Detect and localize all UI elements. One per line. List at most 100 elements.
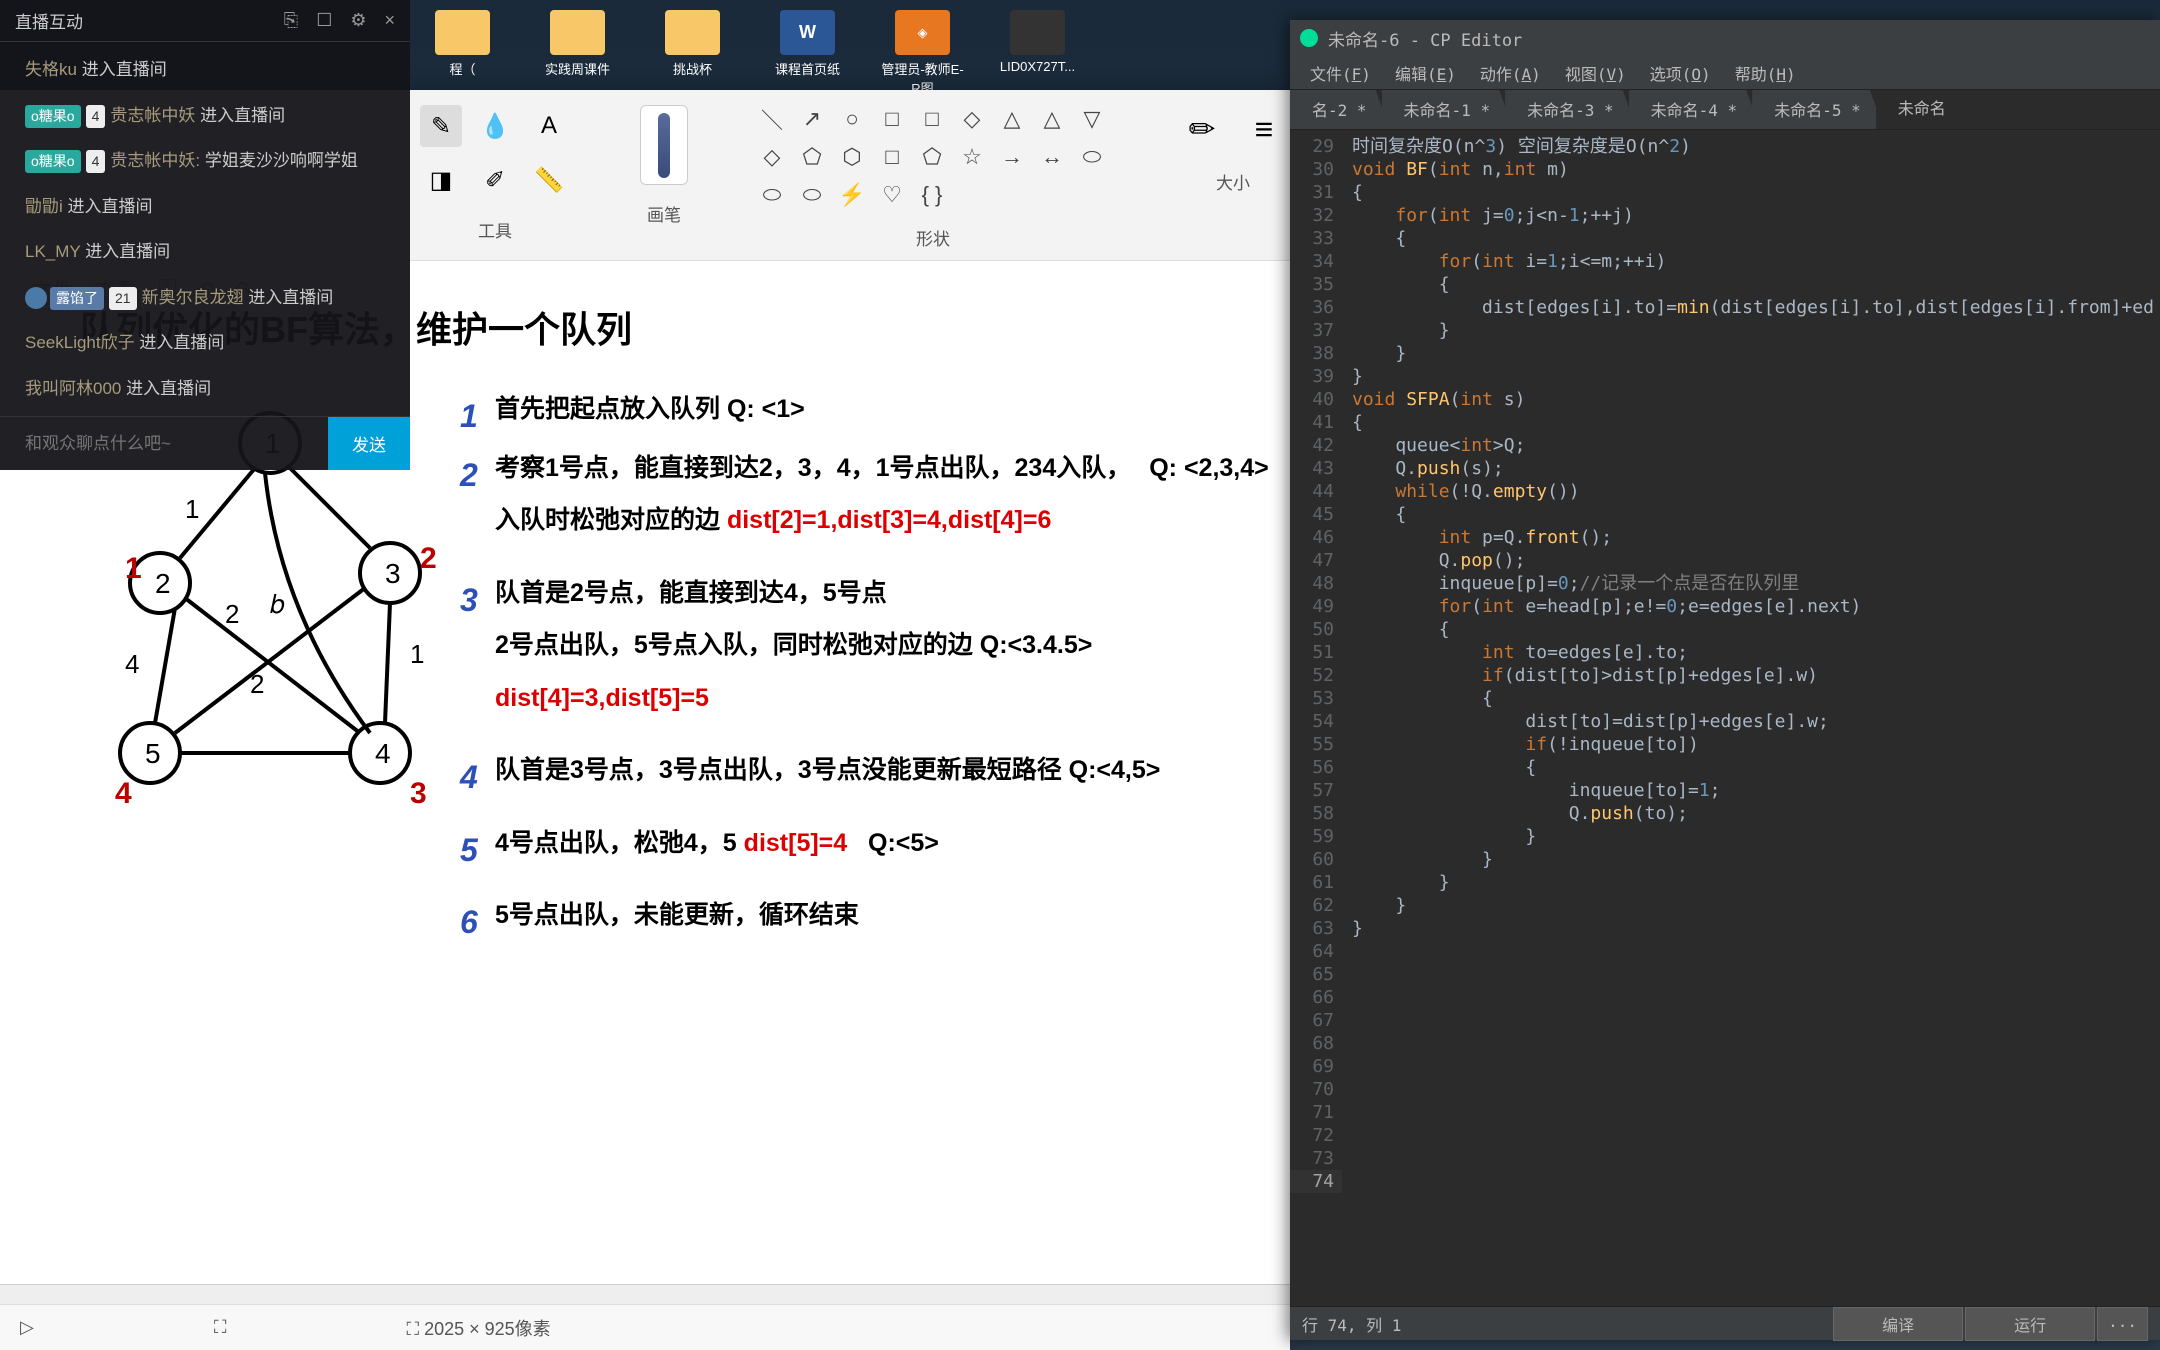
live-chat-message: o糖果o4贵志帐中妖: 学姐麦沙沙响啊学姐 [0, 138, 410, 184]
live-chat-input[interactable] [0, 417, 328, 470]
folder-icon [665, 10, 720, 55]
live-chat-send-button[interactable]: 发送 [328, 417, 410, 470]
editor-tab[interactable]: 未命名-4 * [1629, 90, 1761, 129]
settings-icon[interactable]: ⚙ [350, 10, 366, 31]
menu-view[interactable]: 视图(V) [1555, 57, 1636, 89]
live-chat-message: 勖勖i 进入直播间 [0, 184, 410, 230]
shape-button[interactable]: ○ [838, 105, 866, 133]
shape-button[interactable]: ⚡ [838, 181, 866, 209]
app-icon [1300, 29, 1318, 47]
live-chat-message: 失格ku 进入直播间 [0, 47, 410, 93]
note-steps: 1首先把起点放入队列 Q: <1> 2考察1号点，能直接到达2，3，4，1号点出… [480, 383, 1290, 942]
svg-text:2: 2 [420, 542, 437, 575]
desktop-icon-db[interactable]: ◈管理员-教师E-R图 [880, 10, 965, 97]
menu-file[interactable]: 文件(F) [1300, 57, 1381, 89]
editor-tab[interactable]: 未命名-1 * [1382, 90, 1514, 129]
shape-button[interactable]: ☆ [958, 143, 986, 171]
shape-button[interactable]: ↔ [1038, 143, 1066, 171]
live-chat-title: 直播互动 [15, 8, 83, 33]
pencil-tool[interactable]: ✎ [420, 105, 462, 147]
shape-button[interactable]: □ [918, 105, 946, 133]
line-gutter: 2930313233343536373839404142434445464748… [1290, 130, 1342, 1306]
editor-tab[interactable]: 未命名-5 * [1752, 90, 1884, 129]
live-chat-input-row: 发送 [0, 416, 410, 470]
archive-icon[interactable]: ☐ [316, 10, 332, 31]
whiteboard-statusbar: ▷ ⛶ ⛶ 2025 × 925像素 [0, 1304, 1290, 1350]
brush-preview[interactable] [640, 105, 688, 185]
code-editor-app: 未命名-6 - CP Editor 文件(F) 编辑(E) 动作(A) 视图(V… [1290, 20, 2160, 1340]
editor-tab[interactable]: 名-2 * [1290, 90, 1390, 129]
tool-group-shapes: ＼↗○□□◇△△▽◇⬠⬡□⬠☆→↔⬭⬭⬭⚡♡{ } 形状 [758, 105, 1108, 250]
svg-text:1: 1 [125, 552, 142, 585]
menu-action[interactable]: 动作(A) [1470, 57, 1551, 89]
shape-button[interactable]: □ [878, 105, 906, 133]
editor-menubar: 文件(F) 编辑(E) 动作(A) 视图(V) 选项(O) 帮助(H) [1290, 56, 2160, 90]
shape-button[interactable]: ⬭ [1078, 143, 1106, 171]
compile-button[interactable]: 编译 [1833, 1307, 1963, 1341]
horizontal-scrollbar[interactable] [0, 1284, 1290, 1304]
shape-button[interactable]: ⬭ [758, 181, 786, 209]
shape-button[interactable]: △ [1038, 105, 1066, 133]
more-button[interactable]: ... [2097, 1307, 2148, 1341]
svg-text:4: 4 [115, 777, 132, 810]
shape-button[interactable]: □ [878, 143, 906, 171]
shape-button[interactable]: ＼ [758, 105, 786, 133]
menu-edit[interactable]: 编辑(E) [1385, 57, 1466, 89]
svg-text:4: 4 [375, 738, 391, 769]
size-thin-icon[interactable]: ✏ [1178, 105, 1226, 153]
svg-text:3: 3 [410, 777, 427, 810]
editor-tab[interactable]: 未命名 [1876, 90, 1969, 129]
shape-button[interactable]: △ [998, 105, 1026, 133]
word-icon: W [780, 10, 835, 55]
folder-icon [550, 10, 605, 55]
shape-button[interactable]: → [998, 143, 1026, 171]
live-chat-panel: 直播互动 ⎘ ☐ ⚙ × 失格ku 进入直播间 o糖果o4贵志帐中妖 进入直播间… [0, 0, 410, 470]
shape-button[interactable]: ↗ [798, 105, 826, 133]
desktop-icon-folder1[interactable]: 程（ [420, 10, 505, 97]
tool-group-brush: 画笔 [640, 105, 688, 226]
svg-text:𝑏: 𝑏 [270, 589, 285, 619]
close-icon[interactable]: × [384, 10, 395, 31]
live-chat-message: SeekLight欣子 进入直播间 [0, 320, 410, 366]
live-chat-messages: 失格ku 进入直播间 o糖果o4贵志帐中妖 进入直播间 o糖果o4贵志帐中妖: … [0, 42, 410, 416]
tool-group-tools: ✎ 💧 A ◨ ✐ 📏 工具 [420, 105, 570, 242]
menu-options[interactable]: 选项(O) [1640, 57, 1721, 89]
shape-button[interactable]: ⬠ [798, 143, 826, 171]
ruler-tool[interactable]: 📏 [528, 159, 570, 201]
desktop-icon-code[interactable]: LID0X727T... [995, 10, 1080, 97]
shape-button[interactable]: ◇ [758, 143, 786, 171]
editor-titlebar[interactable]: 未命名-6 - CP Editor [1290, 20, 2160, 56]
live-chat-header: 直播互动 ⎘ ☐ ⚙ × [0, 0, 410, 42]
shape-button[interactable]: { } [918, 181, 946, 209]
run-button[interactable]: 运行 [1965, 1307, 2095, 1341]
tool-group-size: ✏ ≡ 大小 [1178, 105, 1288, 194]
size-thick-icon[interactable]: ≡ [1240, 105, 1288, 153]
live-chat-message: 露馅了21新奥尔良龙翅 进入直播间 [0, 275, 410, 321]
dropper-tool[interactable]: 💧 [474, 105, 516, 147]
shape-button[interactable]: ♡ [878, 181, 906, 209]
crop-icon[interactable]: ⛶ [214, 1317, 227, 1338]
eyedropper-tool[interactable]: ✐ [474, 159, 516, 201]
user-badge-icon [25, 287, 47, 309]
live-chat-message: o糖果o4贵志帐中妖 进入直播间 [0, 93, 410, 139]
desktop-icon-folder2[interactable]: 实践周课件 [535, 10, 620, 97]
live-chat-message: LK_MY 进入直播间 [0, 229, 410, 275]
code-area[interactable]: 2930313233343536373839404142434445464748… [1290, 130, 2160, 1306]
text-tool[interactable]: A [528, 105, 570, 147]
eraser-tool[interactable]: ◨ [420, 159, 462, 201]
code-content[interactable]: 时间复杂度O(n^3) 空间复杂度是O(n^2)void BF(int n,in… [1342, 130, 2160, 1306]
shape-button[interactable]: ⬠ [918, 143, 946, 171]
menu-help[interactable]: 帮助(H) [1725, 57, 1806, 89]
camera-icon[interactable]: ⎘ [284, 10, 298, 31]
shape-button[interactable]: ◇ [958, 105, 986, 133]
desktop-icon-folder3[interactable]: 挑战杯 [650, 10, 735, 97]
live-chat-message: 我叫阿林000 进入直播间 [0, 366, 410, 412]
shape-button[interactable]: ⬡ [838, 143, 866, 171]
shape-button[interactable]: ▽ [1078, 105, 1106, 133]
editor-statusbar: 行 74, 列 1 编译 运行 ... [1290, 1306, 2160, 1340]
desktop-icon-word[interactable]: W课程首页纸 [765, 10, 850, 97]
shape-button[interactable]: ⬭ [798, 181, 826, 209]
folder-icon [435, 10, 490, 55]
editor-tab[interactable]: 未命名-3 * [1505, 90, 1637, 129]
svg-text:2: 2 [155, 568, 171, 599]
